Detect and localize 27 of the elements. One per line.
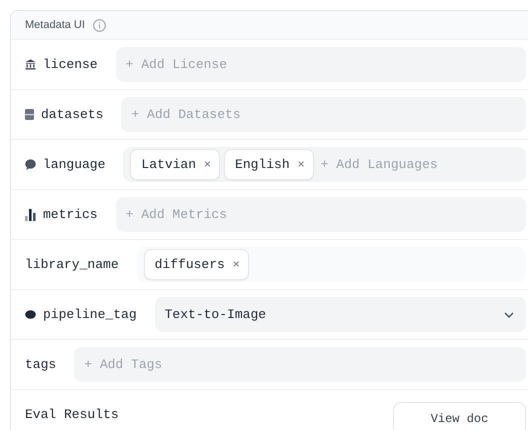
tag-chip[interactable]: English × [224,149,314,180]
field-label: metrics [43,207,98,222]
info-icon[interactable] [92,18,106,32]
tag-input[interactable]: diffusers × [136,247,526,282]
tag-input[interactable]: Latvian × English × + Add Languages [123,147,526,182]
tag-chip[interactable]: Latvian × [130,149,220,180]
field-label: tags [25,357,56,372]
remove-icon[interactable]: × [204,158,212,172]
field-label: pipeline_tag [43,307,137,322]
field-label: Eval Results [25,407,119,422]
select-field[interactable]: Text-to-Image [154,297,526,332]
field-label: license [43,57,98,72]
view-doc-button[interactable]: View doc [393,402,526,430]
panel-title: Metadata UI [25,19,85,31]
field-label: library_name [25,257,119,272]
dot-icon [25,310,36,319]
tag-chip[interactable]: diffusers × [144,249,249,280]
bar-chart-icon [25,208,36,220]
field-label: datasets [41,107,104,122]
field-label: language [43,157,106,172]
remove-icon[interactable]: × [232,258,240,272]
chevron-down-icon [504,312,514,318]
remove-icon[interactable]: × [297,158,305,172]
select-value: Text-to-Image [164,307,266,322]
chat-icon [25,159,36,170]
bank-icon [25,59,36,70]
database-icon [25,109,34,120]
